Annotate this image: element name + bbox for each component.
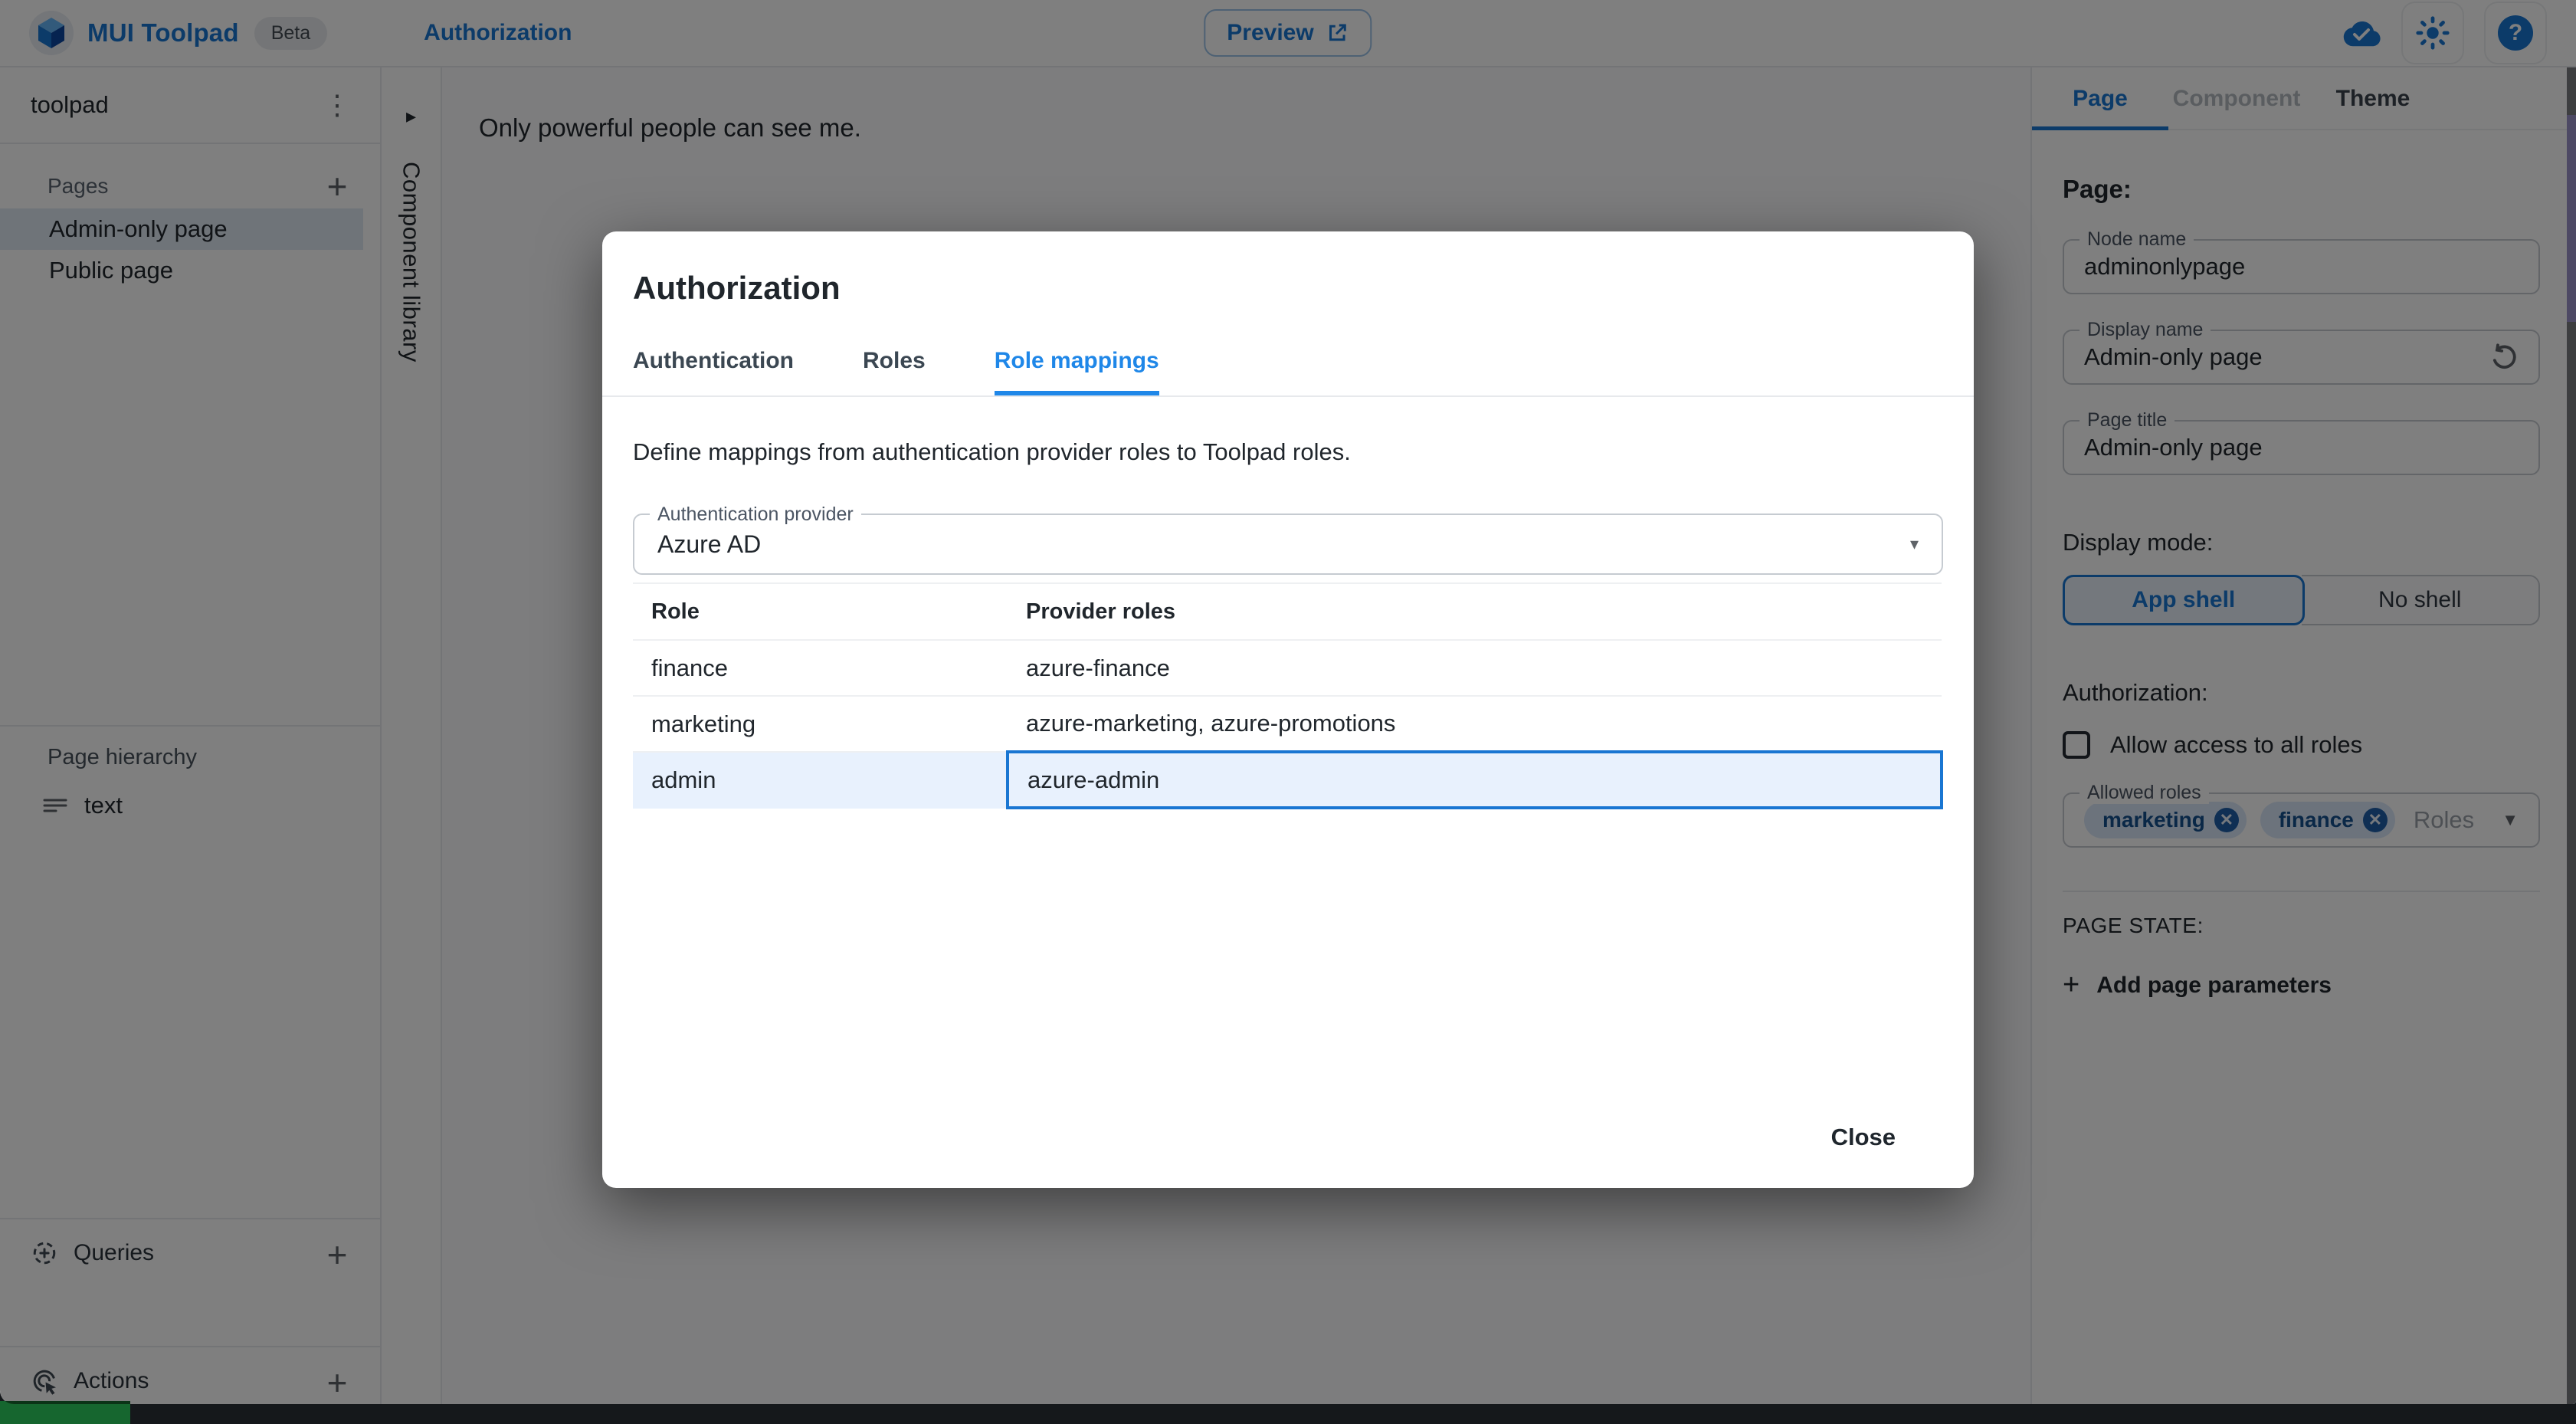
- role-cell[interactable]: finance: [633, 640, 1008, 697]
- provider-roles-cell-editing[interactable]: azure-admin: [1006, 750, 1943, 809]
- role-mappings-table: Role Provider roles finance azure-financ…: [633, 582, 1943, 809]
- table-row[interactable]: finance azure-finance: [633, 640, 1942, 697]
- app-window: MUI Toolpad Beta Authorization Preview: [0, 0, 2576, 1404]
- chevron-down-icon: ▾: [1909, 534, 1919, 553]
- role-cell[interactable]: marketing: [633, 696, 1008, 753]
- provider-roles-cell[interactable]: azure-finance: [1008, 640, 1942, 697]
- column-header-provider-roles: Provider roles: [1008, 582, 1942, 641]
- authentication-provider-label: Authentication provider: [650, 504, 861, 526]
- authentication-provider-select[interactable]: Authentication provider Azure AD ▾: [633, 504, 1943, 575]
- column-header-role: Role: [633, 582, 1008, 641]
- dialog-tabs: Authentication Roles Role mappings: [633, 348, 1974, 395]
- table-header-row: Role Provider roles: [633, 582, 1942, 641]
- table-row[interactable]: admin azure-admin: [633, 750, 1943, 809]
- role-cell[interactable]: admin: [633, 752, 1008, 809]
- dialog-title: Authorization: [633, 270, 841, 306]
- tab-roles[interactable]: Roles: [863, 348, 926, 395]
- dialog-description: Define mappings from authentication prov…: [633, 438, 1351, 465]
- authorization-dialog: Authorization Authentication Roles Role …: [602, 231, 1974, 1188]
- table-row[interactable]: marketing azure-marketing, azure-promoti…: [633, 696, 1942, 753]
- desktop-wallpaper-accent: [0, 1401, 130, 1424]
- tab-authentication[interactable]: Authentication: [633, 348, 794, 395]
- close-button[interactable]: Close: [1817, 1113, 1909, 1162]
- provider-roles-cell[interactable]: azure-marketing, azure-promotions: [1008, 696, 1942, 753]
- authentication-provider-value: Azure AD: [657, 530, 762, 558]
- tab-role-mappings[interactable]: Role mappings: [994, 348, 1159, 395]
